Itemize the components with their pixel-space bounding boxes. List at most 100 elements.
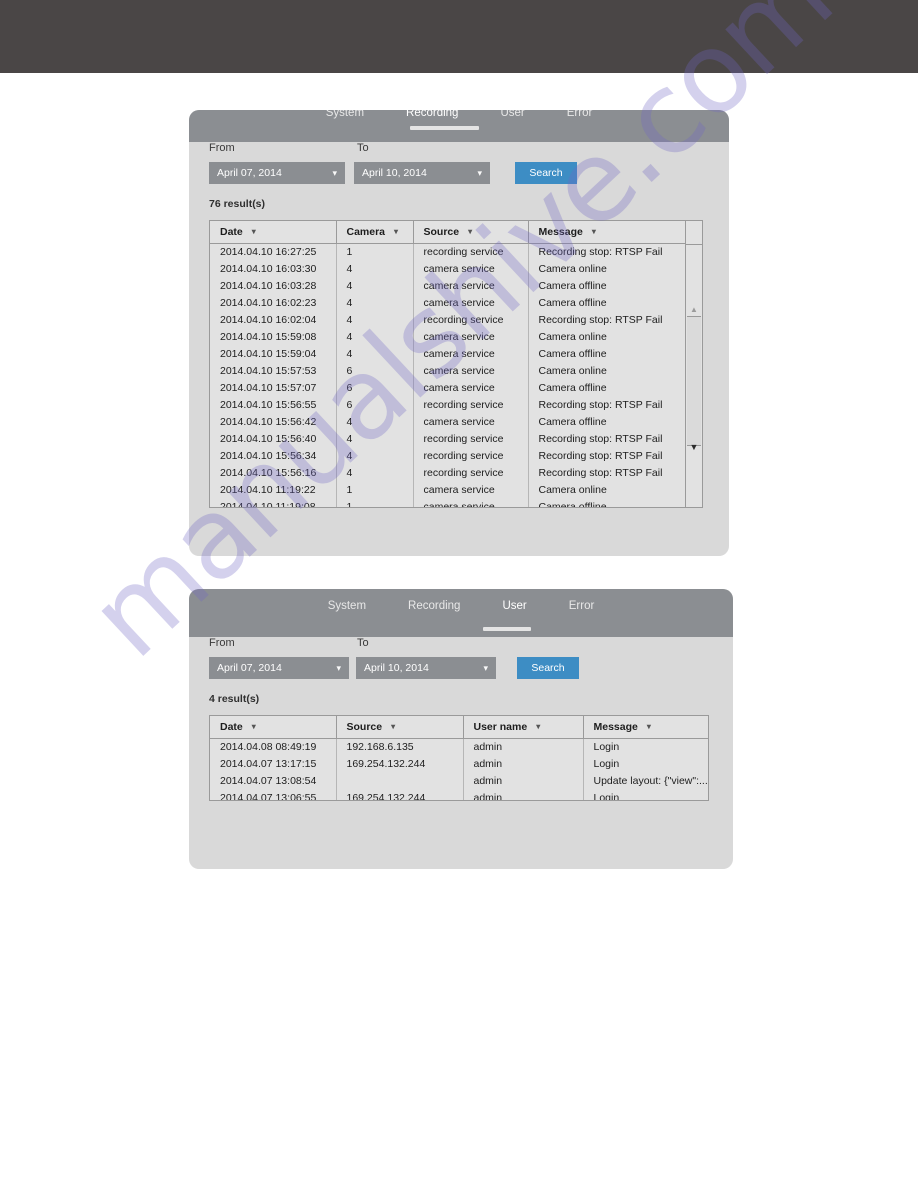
table-cell: 2014.04.10 15:56:40 xyxy=(210,431,337,448)
table-row[interactable]: 2014.04.10 16:27:25 1 recording service Rec… xyxy=(210,243,685,261)
tab-user[interactable]: User xyxy=(494,110,530,121)
active-tab-indicator xyxy=(410,126,479,130)
tab-system[interactable]: System xyxy=(322,598,372,614)
vertical-scrollbar[interactable]: ▲ ▼ xyxy=(685,221,702,507)
to-date-value: April 10, 2014 xyxy=(362,167,427,179)
table-cell: 2014.04.10 15:59:08 xyxy=(210,329,337,346)
search-button[interactable]: Search xyxy=(515,162,577,184)
table-cell: Recording stop: RTSP Fail xyxy=(538,450,663,462)
table-cell: camera service xyxy=(413,278,529,295)
table-row[interactable]: 2014.04.07 13:08:54 admin Update layout: {… xyxy=(210,773,708,790)
column-header-camera[interactable]: Camera ▾ xyxy=(336,221,414,244)
table-cell: camera service xyxy=(413,363,529,380)
table-cell: admin xyxy=(463,738,584,756)
table-cell: 169.254.132.244 xyxy=(336,790,464,800)
table-row[interactable]: 2014.04.10 11:19:08 1 camera service Camera… xyxy=(210,499,685,507)
table-row[interactable]: 2014.04.10 15:56:16 4 recording service Rec… xyxy=(210,465,685,482)
tab-recording[interactable]: Recording xyxy=(402,598,466,614)
table-cell: 4 xyxy=(336,329,414,346)
recording-log-rows: 2014.04.10 16:27:25 1 recording service Rec… xyxy=(210,243,685,507)
table-cell: recording service xyxy=(413,465,529,482)
from-date-select[interactable]: April 07, 2014 ▾ xyxy=(209,657,349,679)
chevron-down-icon: ▾ xyxy=(332,167,337,178)
table-cell: 4 xyxy=(336,312,414,329)
tab-error[interactable]: Error xyxy=(563,598,601,614)
table-cell: 6 xyxy=(336,363,414,380)
table-cell: Login xyxy=(593,758,620,770)
table-row[interactable]: 2014.04.10 15:56:55 6 recording service Rec… xyxy=(210,397,685,414)
table-cell: 1 xyxy=(336,243,414,261)
user-log-rows: 2014.04.08 08:49:19 192.168.6.135 admin Log… xyxy=(210,738,708,800)
table-cell: 2014.04.10 11:19:08 xyxy=(210,499,337,507)
table-cell xyxy=(336,773,464,790)
column-header-date[interactable]: Date ▾ xyxy=(210,221,337,244)
to-date-select[interactable]: April 10, 2014 ▾ xyxy=(356,657,496,679)
tab-bar: System Recording User Error xyxy=(189,589,733,637)
table-cell: Camera offline xyxy=(538,416,607,428)
table-row[interactable]: 2014.04.10 15:56:40 4 recording service Rec… xyxy=(210,431,685,448)
sort-caret-icon: ▾ xyxy=(591,227,596,236)
to-date-value: April 10, 2014 xyxy=(364,662,429,674)
table-cell: camera service xyxy=(413,295,529,312)
search-button[interactable]: Search xyxy=(517,657,579,679)
column-header-label: Source xyxy=(346,721,383,733)
tab-system[interactable]: System xyxy=(320,110,370,121)
table-cell: 2014.04.10 16:27:25 xyxy=(210,243,337,261)
table-row[interactable]: 2014.04.10 16:03:30 4 camera service Camera… xyxy=(210,261,685,278)
filter-controls: April 07, 2014 ▾ April 10, 2014 ▾ Search xyxy=(209,657,713,679)
table-cell: recording service xyxy=(413,431,529,448)
log-table-container: Date ▾ Source ▾ User name ▾ Message ▾ 2014.0… xyxy=(209,715,709,801)
table-cell: 6 xyxy=(336,397,414,414)
filter-labels: From To xyxy=(209,142,709,162)
table-cell: Recording stop: RTSP Fail xyxy=(538,433,663,445)
table-row[interactable]: 2014.04.10 15:59:08 4 camera service Camera… xyxy=(210,329,685,346)
table-row[interactable]: 2014.04.10 15:59:04 4 camera service Camera… xyxy=(210,346,685,363)
column-header-source[interactable]: Source ▾ xyxy=(336,716,464,739)
table-cell: 2014.04.10 16:03:30 xyxy=(210,261,337,278)
table-cell: camera service xyxy=(413,414,529,431)
table-cell: Camera online xyxy=(538,263,607,275)
column-header-message[interactable]: Message ▾ xyxy=(583,716,708,739)
from-date-select[interactable]: April 07, 2014 ▾ xyxy=(209,162,345,184)
table-row[interactable]: 2014.04.10 15:57:07 6 camera service Camera… xyxy=(210,380,685,397)
table-row[interactable]: 2014.04.08 08:49:19 192.168.6.135 admin Log… xyxy=(210,738,708,756)
table-cell: 4 xyxy=(336,465,414,482)
column-header-message[interactable]: Message ▾ xyxy=(528,221,685,244)
column-header-source[interactable]: Source ▾ xyxy=(413,221,529,244)
table-cell: 2014.04.10 15:56:55 xyxy=(210,397,337,414)
column-header-username[interactable]: User name ▾ xyxy=(463,716,584,739)
scroll-down-arrow-icon[interactable]: ▼ xyxy=(686,443,702,452)
table-cell: Login xyxy=(593,741,620,753)
table-row[interactable]: 2014.04.10 15:56:42 4 camera service Camera… xyxy=(210,414,685,431)
table-row[interactable]: 2014.04.10 16:02:23 4 camera service Camera… xyxy=(210,295,685,312)
table-cell: Recording stop: RTSP Fail xyxy=(538,399,663,411)
table-cell: Camera online xyxy=(538,365,607,377)
table-row[interactable]: 2014.04.07 13:17:15 169.254.132.244 admin L… xyxy=(210,756,708,773)
table-cell: 2014.04.10 16:02:23 xyxy=(210,295,337,312)
tab-user[interactable]: User xyxy=(496,598,532,614)
tab-error[interactable]: Error xyxy=(561,110,599,121)
table-row[interactable]: 2014.04.10 15:57:53 6 camera service Camera… xyxy=(210,363,685,380)
table-cell: 4 xyxy=(336,448,414,465)
result-count: 76 result(s) xyxy=(209,198,266,210)
table-cell: 169.254.132.244 xyxy=(336,756,464,773)
table-row[interactable]: 2014.04.10 11:19:22 1 camera service Camera… xyxy=(210,482,685,499)
scrollbar-thumb[interactable] xyxy=(687,316,701,446)
table-cell: recording service xyxy=(413,397,529,414)
scroll-up-arrow-icon[interactable]: ▲ xyxy=(686,306,702,314)
sort-caret-icon: ▾ xyxy=(468,227,473,236)
sort-caret-icon: ▾ xyxy=(394,227,399,236)
table-row[interactable]: 2014.04.07 13:06:55 169.254.132.244 admin L… xyxy=(210,790,708,800)
table-cell: 2014.04.10 15:57:53 xyxy=(210,363,337,380)
table-header-row: Date ▾ Source ▾ User name ▾ Message ▾ xyxy=(210,716,708,739)
table-row[interactable]: 2014.04.10 16:03:28 4 camera service Camera… xyxy=(210,278,685,295)
table-cell: camera service xyxy=(413,329,529,346)
table-row[interactable]: 2014.04.10 15:56:34 4 recording service Rec… xyxy=(210,448,685,465)
table-cell: Recording stop: RTSP Fail xyxy=(538,246,663,258)
table-cell: Camera offline xyxy=(538,280,607,292)
user-log-table: Date ▾ Source ▾ User name ▾ Message ▾ 2014.0… xyxy=(210,716,708,800)
to-date-select[interactable]: April 10, 2014 ▾ xyxy=(354,162,490,184)
table-row[interactable]: 2014.04.10 16:02:04 4 recording service Rec… xyxy=(210,312,685,329)
tab-recording[interactable]: Recording xyxy=(400,110,464,121)
column-header-date[interactable]: Date ▾ xyxy=(210,716,337,739)
